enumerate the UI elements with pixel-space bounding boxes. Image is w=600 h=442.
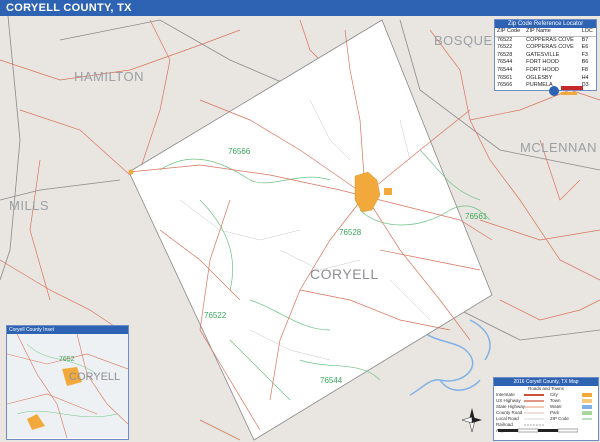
inset-title: Coryell County Inset (7, 326, 128, 334)
town-marker[interactable] (128, 169, 134, 175)
table-row: 76528 GATESVILLE F3 (495, 52, 596, 60)
legend-item: County Road (496, 410, 523, 415)
legend-item: City (550, 392, 558, 397)
zip-label: 76566 (228, 147, 251, 156)
zip-loc-cell: B6 (581, 59, 589, 66)
table-row: 76544 FORT HOOD F8 (495, 67, 596, 75)
county-label-hamilton: HAMILTON (74, 69, 144, 84)
county-label-coryell: CORYELL (310, 266, 379, 282)
table-row: 76522 COPPERAS COVE B7 (495, 36, 596, 44)
table-row: 76544 FORT HOOD B6 (495, 59, 596, 67)
compass-icon (462, 408, 482, 432)
zip-table-header-row: ZIP Code ZIP Name LOC (495, 28, 596, 37)
table-row: 76522 COPPERAS COVE E6 (495, 44, 596, 52)
legend-swatches-left (524, 394, 544, 426)
zip-code-cell: 76566 (497, 82, 513, 89)
zip-name-cell: OGLESBY (526, 74, 553, 81)
zip-name-cell: COPPERAS COVE (526, 44, 574, 51)
zip-code-cell: 76528 (497, 51, 513, 58)
zip-label: 76528 (339, 228, 362, 237)
zip-label: 76522 (204, 311, 227, 320)
legend-subtitle: Roads and Towns (528, 386, 564, 391)
legend-item: Water (550, 404, 562, 409)
zip-col-header: ZIP Name (524, 28, 580, 37)
scale-bar (498, 428, 578, 434)
zip-loc-cell: F3 (581, 51, 588, 58)
zip-label: 76561 (465, 212, 488, 221)
zip-col-header: LOC (579, 28, 596, 37)
inset-map[interactable]: Coryell County Inset CORYELL 7652 (6, 325, 129, 440)
inset-zip-label: 7652 (59, 356, 75, 363)
zip-name-cell: FORT HOOD (526, 59, 559, 66)
zip-code-cell: 76544 (497, 59, 513, 66)
county-label-bosque: BOSQUE (434, 33, 493, 48)
legend-item: ZIP Code (550, 416, 569, 421)
zip-loc-cell: H4 (581, 74, 589, 81)
zip-code-cell: 76522 (497, 36, 513, 43)
zip-name-cell: FORT HOOD (526, 66, 559, 73)
table-row: 76561 OGLESBY H4 (495, 75, 596, 83)
legend-item: Town (550, 398, 561, 403)
zip-loc-cell: E6 (581, 44, 589, 51)
zip-name-cell: GATESVILLE (526, 51, 560, 58)
zip-code-cell: 76544 (497, 66, 513, 73)
legend-swatches-right (582, 393, 592, 420)
zip-code-cell: 76522 (497, 44, 513, 51)
zip-code-cell: 76561 (497, 74, 513, 81)
inset-canvas (7, 334, 128, 438)
publisher-logo (548, 83, 586, 99)
legend-item: Interstate (496, 392, 515, 397)
legend-item: Local Road (496, 416, 519, 421)
county-label-mclennan: MCLENNAN (520, 140, 597, 155)
county-label-mills: MILLS (9, 198, 50, 213)
legend-item: Railroad (496, 422, 513, 427)
zip-table-title: Zip Code Reference Locator (495, 20, 596, 28)
zip-loc-cell: F8 (581, 66, 588, 73)
zip-label: 76544 (320, 376, 343, 385)
page-title: CORYELL COUNTY, TX (0, 0, 600, 16)
zip-col-header: ZIP Code (495, 28, 525, 37)
town-area[interactable] (384, 188, 392, 195)
legend-item: State Highway (496, 404, 526, 409)
zip-table-grid: ZIP Code ZIP Name LOC 76522 COPPERAS COVE… (495, 28, 596, 90)
zip-name-cell: COPPERAS COVE (526, 36, 574, 43)
map-frame: CORYELL COUNTY, TX HAMILTON BOSQUE MCLEN… (0, 0, 600, 442)
legend-item: US Highway (496, 398, 521, 403)
zip-loc-cell: B7 (581, 36, 589, 43)
legend-title: 2016 Coryell County, TX Map (494, 378, 598, 386)
inset-county-label: CORYELL (69, 371, 121, 383)
legend-item: Park (550, 410, 560, 415)
zip-reference-table: Zip Code Reference Locator ZIP Code ZIP … (494, 19, 597, 91)
